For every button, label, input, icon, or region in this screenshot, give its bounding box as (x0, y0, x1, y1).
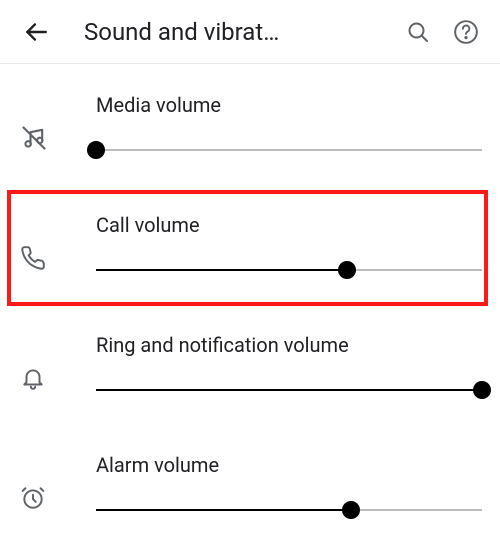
media-volume-row: Media volume (0, 64, 500, 184)
back-button[interactable] (16, 12, 56, 52)
slider-thumb[interactable] (473, 381, 491, 399)
call-volume-slider[interactable] (96, 265, 482, 275)
help-button[interactable] (444, 10, 488, 54)
ring-volume-slider[interactable] (96, 385, 482, 395)
slider-thumb[interactable] (87, 141, 105, 159)
slider-thumb[interactable] (342, 501, 360, 519)
alarm-volume-label: Alarm volume (96, 453, 482, 477)
media-mute-icon (16, 96, 96, 152)
media-volume-slider[interactable] (96, 145, 482, 155)
ring-volume-row: Ring and notification volume (0, 304, 500, 424)
call-volume-label: Call volume (96, 213, 482, 237)
alarm-clock-icon (16, 457, 96, 511)
appbar: Sound and vibrat… (0, 0, 500, 64)
slider-thumb[interactable] (338, 261, 356, 279)
page-title: Sound and vibrat… (60, 18, 392, 46)
search-button[interactable] (396, 10, 440, 54)
bell-icon (16, 337, 96, 391)
phone-icon (16, 217, 96, 271)
alarm-volume-slider[interactable] (96, 505, 482, 515)
ring-volume-label: Ring and notification volume (96, 333, 482, 357)
search-icon (406, 20, 430, 44)
media-volume-label: Media volume (96, 93, 482, 117)
alarm-volume-row: Alarm volume (0, 424, 500, 544)
back-arrow-icon (23, 19, 49, 45)
call-volume-row: Call volume (0, 184, 500, 304)
help-icon (453, 19, 479, 45)
